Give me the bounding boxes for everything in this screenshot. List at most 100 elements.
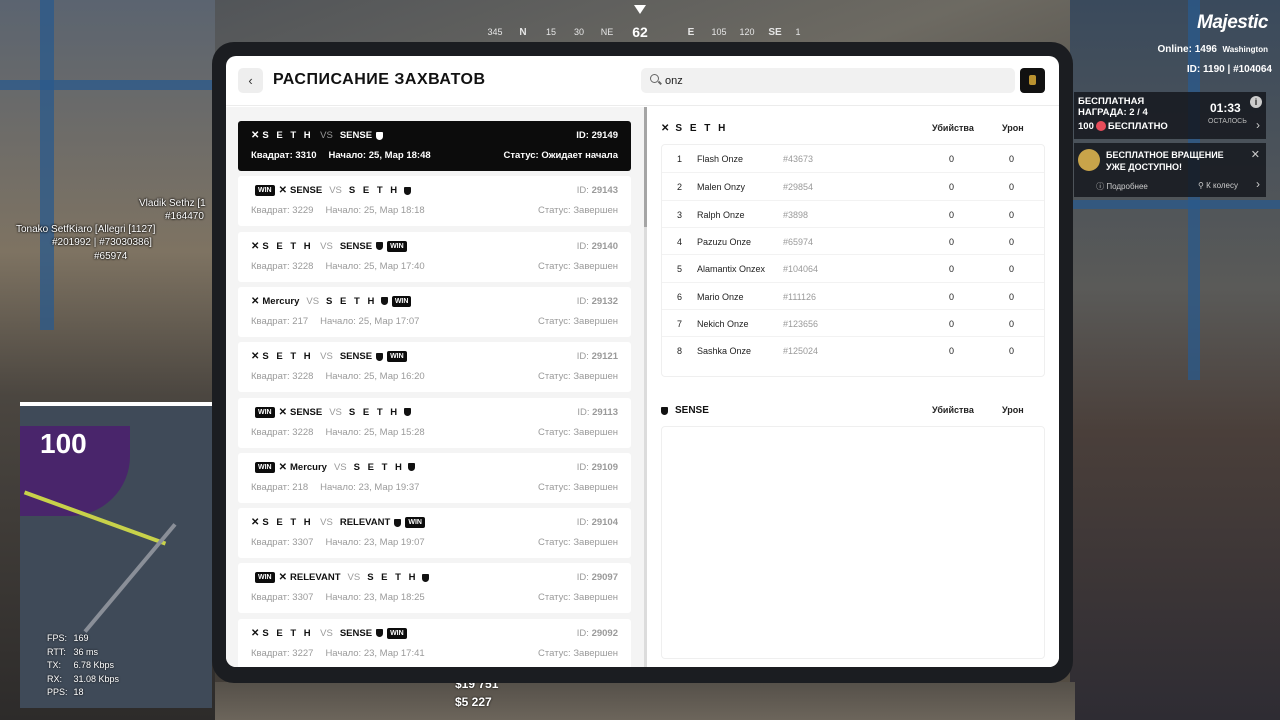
chevron-right-icon[interactable]: › (1256, 177, 1260, 191)
player-damage: 0 (1009, 291, 1015, 302)
close-icon[interactable]: ✕ (1251, 148, 1260, 161)
search-bar[interactable] (641, 68, 1015, 93)
compass-mark: 105 (711, 27, 727, 37)
team2-name: SENSE (675, 405, 709, 416)
warehouse-beam (40, 0, 54, 330)
capture-status: Статус: Завершен (538, 481, 618, 493)
shield-icon (380, 297, 388, 306)
compass-mark: 1 (795, 27, 801, 37)
capture-meta: Квадрат: 3310 Начало: 25, Мар 18:48 (251, 150, 431, 161)
avatar[interactable] (1020, 68, 1045, 93)
win-badge: WIN (391, 295, 412, 307)
player-row[interactable]: 4 Pazuzu Onze #65974 0 0 (662, 226, 1044, 254)
capture-card[interactable]: ✕ S E T H VS RELEVANT WIN ID: 29104 Квадрат: 3… (238, 508, 631, 559)
spin-wheel-link[interactable]: ⚲ К колесу (1170, 181, 1266, 192)
scrollbar-thumb[interactable] (644, 107, 647, 227)
team-a-name: Mercury (262, 295, 300, 307)
capture-card[interactable]: ✕ S E T H VS SENSE WIN ID: 29140 Квадрат: 3228… (238, 231, 631, 282)
capture-meta: Квадрат: 3229 Начало: 25, Мар 18:18 (251, 205, 425, 217)
capture-card[interactable]: ✕ Mercury VS S E T H WIN ID: 29132 Квадрат: 21… (238, 286, 631, 337)
capture-card[interactable]: WIN ✕ SENSE VS S E T H ID: 29113 Квадрат: 3228… (238, 397, 631, 448)
capture-status: Статус: Завершен (538, 205, 618, 217)
player-row[interactable]: 5 Alamantix Onzex #104064 0 0 (662, 254, 1044, 281)
capture-card[interactable]: WIN ✕ Mercury VS S E T H ID: 29109 Квадрат: 21… (238, 452, 631, 503)
crossed-swords-icon: ✕ (251, 295, 260, 307)
player-row[interactable]: 2 Malen Onzy #29854 0 0 (662, 172, 1044, 199)
wheel-icon (1078, 149, 1100, 171)
capture-id: ID: 29140 (576, 240, 618, 252)
free-reward-widget[interactable]: БЕСПЛАТНАЯ НАГРАДА: 2 / 4 100 БЕСПЛАТНО 0… (1074, 92, 1266, 139)
capture-list: ✕ S E T H VS SENSE ID: 29149 Квадрат: 3310 Нач… (226, 107, 647, 667)
capture-meta: Квадрат: 217 Начало: 25, Мар 17:07 (251, 315, 420, 327)
compass-marker-icon (634, 5, 646, 14)
crossed-swords-icon: ✕ (661, 123, 670, 134)
shield-icon (376, 629, 384, 638)
player-kills: 0 (949, 291, 955, 302)
capture-teams: WIN ✕ Mercury VS S E T H (251, 461, 416, 473)
player-kills: 0 (949, 182, 955, 193)
spin-title: БЕСПЛАТНОЕ ВРАЩЕНИЕ УЖЕ ДОСТУПНО! (1106, 150, 1224, 172)
free-spin-widget[interactable]: БЕСПЛАТНОЕ ВРАЩЕНИЕ УЖЕ ДОСТУПНО! ✕ ⓘ По… (1074, 143, 1266, 197)
capture-card[interactable]: WIN ✕ RELEVANT VS S E T H ID: 29097 Квадрат: 3… (238, 563, 631, 614)
capture-meta: Квадрат: 3307 Начало: 23, Мар 19:07 (251, 537, 425, 549)
capture-meta: Квадрат: 3228 Начало: 25, Мар 16:20 (251, 371, 425, 383)
team1-header: ✕ S E T H (661, 123, 728, 134)
capture-card[interactable]: WIN ✕ SENSE VS S E T H ID: 29143 Квадрат: 3229… (238, 176, 631, 227)
capture-teams: WIN ✕ SENSE VS S E T H (251, 406, 411, 418)
game-background-bottom (215, 682, 1075, 720)
team2-header: SENSE (661, 405, 709, 416)
capture-teams: ✕ Mercury VS S E T H WIN (251, 295, 415, 307)
player-row[interactable]: 6 Mario Onze #111126 0 0 (662, 281, 1044, 309)
team-a-name: RELEVANT (290, 572, 341, 584)
player-tag: #201992 | #73030386] (52, 237, 152, 248)
back-button[interactable]: ‹ (238, 68, 263, 93)
compass-mark: N (519, 27, 527, 38)
player-rank: 1 (677, 154, 683, 164)
shield-icon (376, 131, 384, 140)
team-b-name: SENSE (339, 240, 373, 252)
info-icon[interactable]: i (1250, 96, 1262, 108)
player-row[interactable]: 1 Flash Onze #43673 0 0 (662, 145, 1044, 172)
team-b-name: SENSE (339, 130, 373, 141)
capture-detail: ✕ S E T H Убийства Урон 1 Flash Onze #4367… (651, 107, 1059, 667)
player-row[interactable]: 8 Sashka Onze #125024 0 0 (662, 336, 1044, 363)
team-a-name: SENSE (290, 185, 323, 197)
team1-name: S E T H (675, 123, 728, 134)
player-row[interactable]: 3 Ralph Onze #3898 0 0 (662, 199, 1044, 227)
capture-id: ID: 29113 (577, 406, 618, 418)
capture-card[interactable]: ✕ S E T H VS SENSE WIN ID: 29121 Квадрат: 3228… (238, 342, 631, 393)
capture-id: ID: 29132 (576, 295, 618, 307)
panel-header: ‹ РАСПИСАНИЕ ЗАХВАТОВ (226, 56, 1059, 106)
team1-players-table: 1 Flash Onze #43673 0 0 2 Malen Onzy #29854 0 0 3 R… (661, 144, 1045, 377)
player-name: Mario Onze (697, 291, 744, 302)
chevron-right-icon[interactable]: › (1256, 118, 1260, 132)
bank-amount: $5 227 (455, 695, 492, 709)
capture-teams: ✕ S E T H VS RELEVANT WIN (251, 517, 429, 529)
player-damage: 0 (1009, 264, 1015, 275)
team-b-name: S E T H (348, 185, 400, 197)
player-kills: 0 (949, 236, 955, 247)
player-name: Alamantix Onzex (697, 264, 766, 275)
crossed-swords-icon: ✕ (278, 461, 287, 473)
capture-card[interactable]: ✕ S E T H VS SENSE ID: 29149 Квадрат: 3310 Нач… (238, 121, 631, 171)
team-b-name: SENSE (339, 351, 373, 363)
crossed-swords-icon: ✕ (278, 406, 287, 418)
player-name: Sashka Onze (697, 346, 752, 357)
capture-meta: Квадрат: 218 Начало: 23, Мар 19:37 (251, 481, 420, 493)
spin-more-link[interactable]: ⓘ Подробнее (1074, 181, 1170, 192)
team-b-name: S E T H (326, 295, 377, 307)
player-name: Nekich Onze (697, 318, 749, 329)
shield-icon (376, 242, 384, 251)
player-kills: 0 (949, 346, 955, 357)
capture-card[interactable]: ✕ S E T H VS SENSE WIN ID: 29092 Квадрат: 3227… (238, 618, 631, 667)
compass-heading: 62 (632, 24, 648, 40)
player-row[interactable]: 7 Nekich Onze #123656 0 0 (662, 308, 1044, 336)
capture-status: Статус: Завершен (538, 315, 618, 327)
team-a-name: S E T H (262, 627, 314, 639)
capture-meta: Квадрат: 3228 Начало: 25, Мар 15:28 (251, 426, 425, 438)
player-static-id: #123656 (783, 318, 819, 329)
search-input[interactable] (665, 72, 995, 89)
player-kills: 0 (949, 318, 955, 329)
team2-players-table (661, 426, 1045, 659)
vs-label: VS (320, 130, 333, 141)
